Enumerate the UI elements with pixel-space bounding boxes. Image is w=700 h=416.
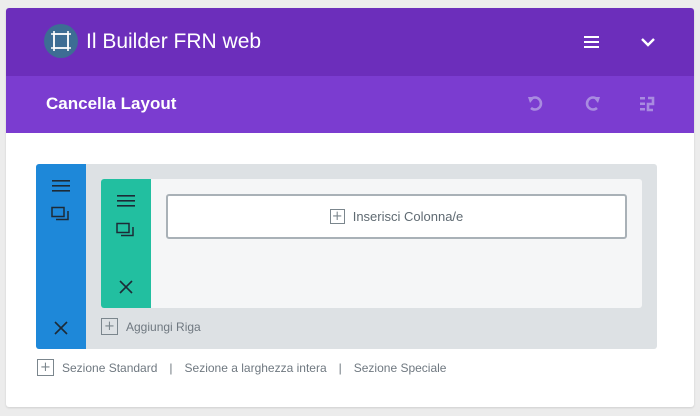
close-icon[interactable] — [117, 278, 135, 301]
row-block: + Inserisci Colonna/e — [101, 179, 642, 308]
builder-panel: Il Builder FRN web Cancella Layout + Ins… — [6, 8, 694, 407]
row-controls — [101, 179, 151, 308]
close-icon[interactable] — [52, 319, 70, 342]
hamburger-icon[interactable] — [116, 193, 136, 214]
builder-logo-icon — [44, 24, 78, 58]
undo-icon[interactable] — [526, 94, 546, 114]
history-icon[interactable] — [638, 94, 658, 114]
fullwidth-section-link[interactable]: Sezione a larghezza intera — [185, 361, 327, 375]
clear-layout-button[interactable]: Cancella Layout — [46, 94, 176, 114]
insert-columns-button[interactable]: + Inserisci Colonna/e — [166, 194, 627, 239]
duplicate-icon[interactable] — [51, 206, 71, 227]
duplicate-icon[interactable] — [116, 222, 136, 243]
builder-header: Il Builder FRN web — [6, 8, 694, 76]
chevron-down-icon[interactable] — [636, 32, 660, 52]
hamburger-icon[interactable] — [580, 32, 604, 52]
section-controls — [36, 164, 86, 349]
redo-icon[interactable] — [582, 94, 602, 114]
special-section-link[interactable]: Sezione Speciale — [354, 361, 447, 375]
plus-icon: + — [37, 359, 54, 376]
layout-canvas: + Inserisci Colonna/e + Aggiungi Riga — [36, 164, 657, 349]
builder-toolbar: Cancella Layout — [6, 76, 694, 133]
add-section-links: + Sezione Standard | Sezione a larghezza… — [37, 359, 446, 376]
plus-icon: + — [329, 209, 345, 224]
standard-section-link[interactable]: Sezione Standard — [62, 361, 157, 375]
add-row-label: Aggiungi Riga — [126, 319, 201, 334]
insert-columns-label: Inserisci Colonna/e — [352, 209, 464, 224]
separator: | — [169, 360, 173, 375]
builder-title: Il Builder FRN web — [86, 30, 262, 53]
separator: | — [338, 360, 342, 375]
plus-icon: + — [101, 318, 118, 335]
hamburger-icon[interactable] — [51, 178, 71, 199]
add-row-button[interactable]: + Aggiungi Riga — [101, 318, 201, 335]
